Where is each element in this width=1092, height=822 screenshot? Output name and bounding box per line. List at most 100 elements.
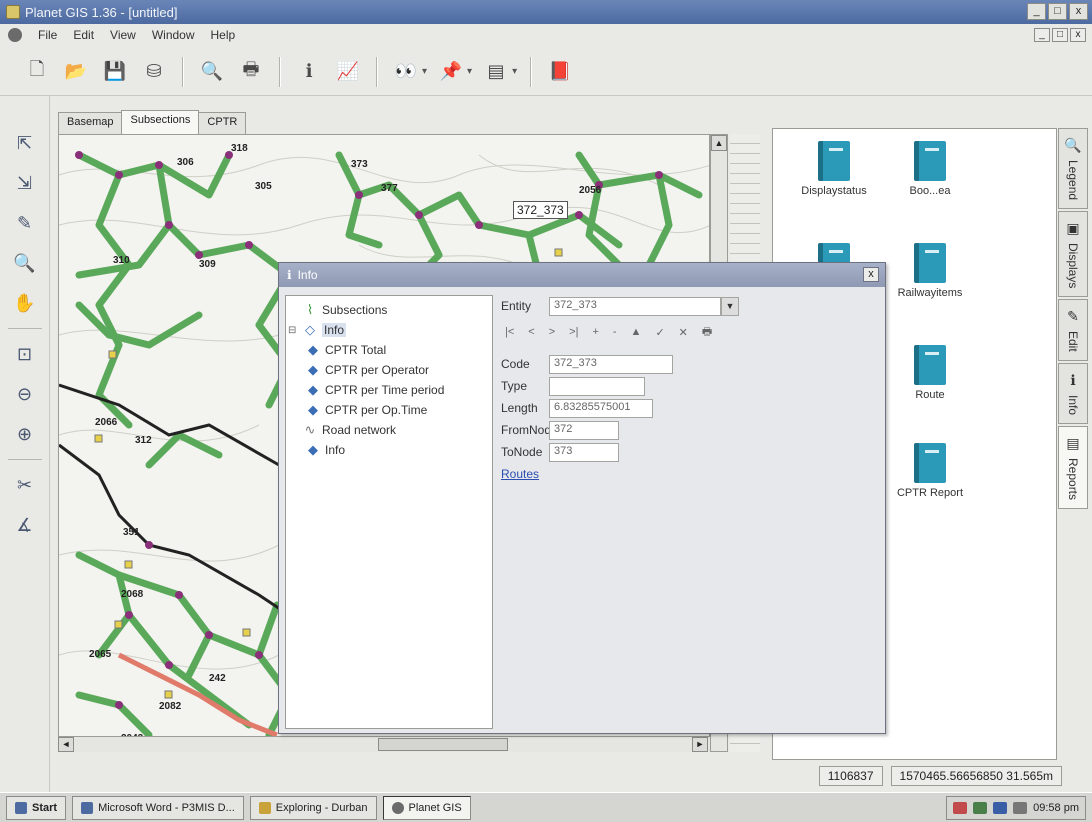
tab-cptr[interactable]: CPTR <box>198 112 247 134</box>
save-icon[interactable]: 💾 <box>100 57 130 87</box>
chart-icon[interactable]: 📈 <box>333 57 363 87</box>
chevron-down-icon[interactable]: ▾ <box>512 66 517 77</box>
print-icon[interactable]: 🖶 <box>236 57 266 87</box>
report-item[interactable]: Boo...ea <box>875 141 985 197</box>
diamond-icon: ◆ <box>308 382 318 397</box>
report-railwayitems[interactable]: Railwayitems <box>875 243 985 299</box>
document-icon[interactable] <box>8 28 22 42</box>
save-all-icon[interactable]: ⛁ <box>139 57 169 87</box>
map-horizontal-scrollbar[interactable]: ◄ ► <box>58 736 710 752</box>
window-titlebar[interactable]: Planet GIS 1.36 - [untitled] _ □ x <box>0 0 1092 24</box>
tree-node[interactable]: ⊟ ◇ Info <box>288 320 490 340</box>
length-field[interactable]: 6.83285575001 <box>549 398 653 418</box>
close-button[interactable]: x <box>1069 3 1088 20</box>
tree-node[interactable]: ∿ Road network <box>288 420 490 440</box>
select-tool-icon[interactable]: ⇱ <box>8 126 42 160</box>
zoom-extent-icon[interactable]: ⊡ <box>8 337 42 371</box>
print-record-icon[interactable]: 🖶 <box>702 323 712 342</box>
tree-node[interactable]: ◆ CPTR per Time period <box>288 380 490 400</box>
pushpin-icon[interactable]: 📌 <box>436 57 466 87</box>
scroll-left-icon[interactable]: ◄ <box>58 737 74 752</box>
report-route[interactable]: Route <box>875 345 985 401</box>
post-record-icon[interactable]: ✓ <box>655 326 664 339</box>
chevron-down-icon[interactable]: ▼ <box>721 296 739 316</box>
zoom-select-icon[interactable]: ⊕ <box>8 417 42 451</box>
tonode-field[interactable]: 373 <box>549 442 619 462</box>
book-icon[interactable]: 📕 <box>545 57 575 87</box>
pencil-tool-icon[interactable]: ✎ <box>8 206 42 240</box>
menu-file[interactable]: File <box>38 28 57 42</box>
type-field[interactable] <box>549 376 645 396</box>
menu-help[interactable]: Help <box>211 28 236 42</box>
mdi-minimize-button[interactable]: _ <box>1034 28 1050 42</box>
start-button[interactable]: Start <box>6 795 67 820</box>
tree-expander[interactable]: ⊟ <box>288 325 298 336</box>
binoculars-icon[interactable]: 👀 <box>391 57 421 87</box>
tree-node[interactable]: ◆ CPTR per Operator <box>288 360 490 380</box>
field-row-code: Code 372_373 <box>501 353 879 375</box>
tree-node[interactable]: ◆ Info <box>288 440 490 460</box>
next-record-icon[interactable]: > <box>549 326 555 338</box>
code-field[interactable]: 372_373 <box>549 354 673 374</box>
info-pointer-icon[interactable]: ⇲ <box>8 166 42 200</box>
taskbar-item-explorer[interactable]: Exploring - Durban <box>249 795 377 820</box>
cut-line-icon[interactable]: ✂ <box>8 468 42 502</box>
zoom-out-icon[interactable]: ⊖ <box>8 377 42 411</box>
measure-icon[interactable]: ∡ <box>8 508 42 542</box>
cancel-edit-icon[interactable]: ✕ <box>679 326 688 339</box>
entity-combo[interactable]: 372_373 <box>549 296 721 316</box>
report-label: Displaystatus <box>801 185 867 197</box>
side-tab-info[interactable]: ℹ Info <box>1058 363 1088 425</box>
tray-monitor-icon[interactable] <box>993 802 1008 814</box>
menu-window[interactable]: Window <box>152 28 195 42</box>
print-preview-icon[interactable]: 🔍 <box>197 57 227 87</box>
delete-record-icon[interactable]: - <box>613 326 617 338</box>
scroll-thumb[interactable] <box>378 738 508 751</box>
mdi-close-button[interactable]: x <box>1070 28 1086 42</box>
chevron-down-icon[interactable]: ▾ <box>422 66 427 77</box>
side-tab-reports[interactable]: ▤ Reports <box>1058 426 1088 510</box>
report-cptr[interactable]: CPTR Report <box>875 443 985 499</box>
side-tab-edit[interactable]: ✎ Edit <box>1058 299 1088 362</box>
tab-basemap[interactable]: Basemap <box>58 112 123 134</box>
tree-node[interactable]: ◆ CPTR Total <box>288 340 490 360</box>
prev-record-icon[interactable]: < <box>528 326 534 338</box>
add-record-icon[interactable]: + <box>592 326 598 338</box>
displays-icon: ▣ <box>1066 220 1080 237</box>
field-row-length: Length 6.83285575001 <box>501 397 879 419</box>
mdi-restore-button[interactable]: □ <box>1052 28 1068 42</box>
open-folder-icon[interactable]: 📂 <box>61 57 91 87</box>
new-file-icon[interactable]: 🗋 <box>22 57 52 87</box>
fromnode-field[interactable]: 372 <box>549 420 619 440</box>
dialog-titlebar[interactable]: ℹ Info <box>279 263 885 287</box>
tray-volume-icon[interactable] <box>1013 802 1028 814</box>
side-tab-displays[interactable]: ▣ Displays <box>1058 211 1088 298</box>
field-row-fromnode: FromNode 372 <box>501 419 879 441</box>
taskbar-item-word[interactable]: Microsoft Word - P3MIS D... <box>72 795 244 820</box>
tab-subsections[interactable]: Subsections <box>121 110 200 134</box>
side-tab-legend[interactable]: 🔍 Legend <box>1058 128 1088 210</box>
routes-link[interactable]: Routes <box>501 467 879 481</box>
taskbar-item-planetgis[interactable]: Planet GIS <box>382 795 471 820</box>
dialog-close-button[interactable]: x <box>863 267 879 282</box>
info-icon: ℹ <box>1070 372 1076 389</box>
scroll-right-icon[interactable]: ► <box>692 737 708 752</box>
last-record-icon[interactable]: >| <box>569 326 578 338</box>
scroll-up-icon[interactable]: ▲ <box>711 135 727 151</box>
tray-app-icon[interactable] <box>953 802 968 814</box>
report-displaystatus[interactable]: Displaystatus <box>779 141 889 197</box>
maximize-button[interactable]: □ <box>1048 3 1067 20</box>
tree-node[interactable]: ◆ CPTR per Op.Time <box>288 400 490 420</box>
tray-network-icon[interactable] <box>973 802 988 814</box>
menu-view[interactable]: View <box>110 28 136 42</box>
zoom-tool-icon[interactable]: 🔍 <box>8 246 42 280</box>
layers-icon[interactable]: ▤ <box>481 57 511 87</box>
menu-edit[interactable]: Edit <box>73 28 94 42</box>
edit-record-icon[interactable]: ▲ <box>631 326 642 338</box>
first-record-icon[interactable]: |< <box>505 326 514 338</box>
info-tool-icon[interactable]: ℹ <box>294 57 324 87</box>
minimize-button[interactable]: _ <box>1027 3 1046 20</box>
tree-node[interactable]: ⌇ Subsections <box>288 300 490 320</box>
chevron-down-icon[interactable]: ▾ <box>467 66 472 77</box>
pan-hand-icon[interactable]: ✋ <box>8 286 42 320</box>
